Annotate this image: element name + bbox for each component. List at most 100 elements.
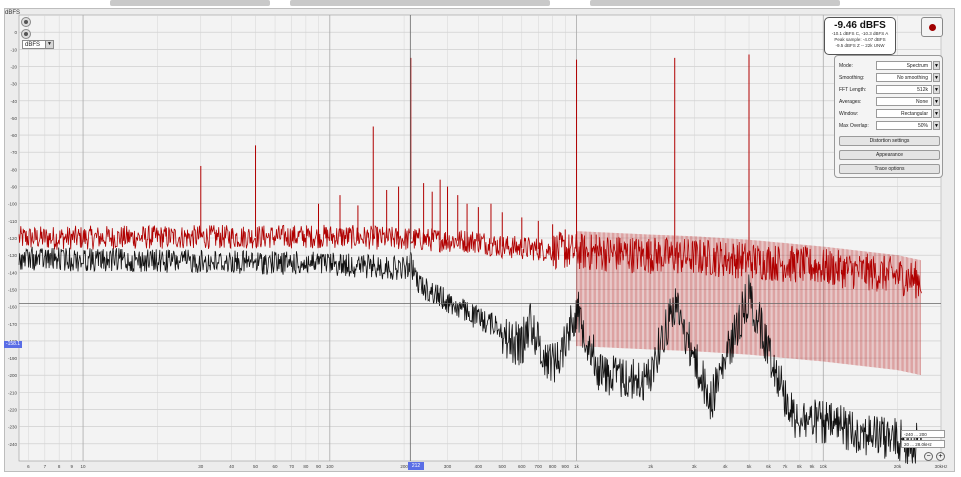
settings-panel: Mode: Spectrum ▼ Smoothing: No smoothing… [834, 55, 943, 178]
x-tick-label: 60 [273, 464, 279, 469]
x-tick-label: 5k [747, 464, 753, 469]
y-tick-label: -40 [10, 99, 17, 104]
distortion-settings-button[interactable]: Distortion settings [839, 136, 940, 146]
spectrum-plot[interactable]: 0 -10 -20 -30 -40 -50 -60 -70 -80 -90 -100 -110 -120… [5, 9, 956, 473]
y-tick-label: -80 [10, 167, 17, 172]
cursor-y-readout: -158.1 [4, 341, 22, 348]
chevron-down-icon[interactable]: ▼ [933, 85, 940, 94]
chevron-down-icon[interactable]: ▼ [933, 73, 940, 82]
y-tick-label: -70 [10, 150, 17, 155]
setting-value[interactable]: 512k [876, 85, 932, 94]
x-tick-label: 30kHz [935, 464, 949, 469]
unit-select-value: dBFS [25, 42, 41, 48]
y-tick-label: -20 [10, 64, 17, 69]
x-tick-label: 6k [766, 464, 772, 469]
x-range-field[interactable]: 20 ... 28.0kHz [901, 440, 945, 448]
chevron-down-icon[interactable]: ▼ [933, 109, 940, 118]
zoom-in-icon[interactable] [21, 17, 31, 27]
y-tick-label: -170 [8, 322, 18, 327]
x-tick-label: 10k [820, 464, 828, 469]
setting-smoothing[interactable]: Smoothing: No smoothing ▼ [839, 73, 940, 83]
x-tick-label: 9k [810, 464, 816, 469]
x-tick-label: 400 [475, 464, 483, 469]
x-tick-label: 9 [71, 464, 74, 469]
setting-window[interactable]: Window: Rectangular ▼ [839, 109, 940, 119]
chevron-down-icon[interactable]: ▼ [933, 121, 940, 130]
y-tick-label: -220 [8, 408, 18, 413]
zoom-out-icon[interactable] [21, 29, 31, 39]
y-tick-label: -90 [10, 185, 17, 190]
setting-value[interactable]: 50% [876, 121, 932, 130]
setting-label: Averages: [839, 99, 862, 105]
x-tick-label: 8k [797, 464, 803, 469]
y-tick-label: -150 [8, 287, 18, 292]
y-tick-label: -100 [8, 202, 18, 207]
zoom-plus-icon[interactable]: + [936, 452, 945, 461]
setting-mode[interactable]: Mode: Spectrum ▼ [839, 61, 940, 71]
setting-fft-length[interactable]: FFT Length: 512k ▼ [839, 85, 940, 95]
y-tick-label: -50 [10, 116, 17, 121]
record-button[interactable] [921, 17, 943, 37]
x-tick-label: 90 [316, 464, 322, 469]
level-main-readout: -9.46 dBFS [834, 20, 886, 31]
x-tick-label: 300 [444, 464, 452, 469]
x-tick-label: 20k [894, 464, 902, 469]
setting-label: Smoothing: [839, 75, 865, 81]
y-range-field[interactable]: -240 ... 200 [901, 430, 945, 438]
y-tick-label: -190 [8, 356, 18, 361]
y-tick-label: -140 [8, 270, 18, 275]
x-tick-label: 500 [499, 464, 507, 469]
chevron-down-icon[interactable]: ▼ [933, 61, 940, 70]
y-tick-label: -210 [8, 390, 18, 395]
y-tick-label: -10 [10, 47, 17, 52]
setting-value[interactable]: No smoothing [876, 73, 932, 82]
y-tick-label: 0 [14, 30, 17, 35]
setting-value[interactable]: Rectangular [876, 109, 932, 118]
appearance-button[interactable]: Appearance [839, 150, 940, 160]
setting-label: Max Overlap: [839, 123, 869, 129]
y-tick-label: -110 [8, 219, 17, 224]
x-tick-label: 8 [58, 464, 61, 469]
x-tick-label: 2k [648, 464, 654, 469]
x-tick-label: 30 [198, 464, 204, 469]
zoom-minus-icon[interactable]: − [924, 452, 933, 461]
x-tick-label: 600 [518, 464, 526, 469]
chevron-down-icon: ▼ [45, 41, 53, 48]
x-tick-label: 900 [561, 464, 569, 469]
setting-value[interactable]: None [876, 97, 932, 106]
setting-averages[interactable]: Averages: None ▼ [839, 97, 940, 107]
x-tick-label: 50 [253, 464, 259, 469]
x-tick-label: 7k [783, 464, 789, 469]
x-tick-label: 100 [326, 464, 334, 469]
setting-label: FFT Length: [839, 87, 867, 93]
x-tick-label: 3k [692, 464, 698, 469]
x-tick-label: 1k [574, 464, 580, 469]
chevron-down-icon[interactable]: ▼ [933, 97, 940, 106]
analyzer-window: 0 -10 -20 -30 -40 -50 -60 -70 -80 -90 -100 -110 -120… [4, 8, 955, 472]
record-icon [929, 24, 936, 31]
x-tick-label: 40 [229, 464, 235, 469]
setting-label: Window: [839, 111, 859, 117]
x-tick-label: 700 [535, 464, 543, 469]
y-tick-label: -160 [8, 305, 18, 310]
x-tick-label: 70 [289, 464, 295, 469]
y-tick-label: -240 [8, 442, 18, 447]
unit-dropdown[interactable]: dBFS ▼ [22, 40, 54, 49]
setting-max-overlap[interactable]: Max Overlap: 50% ▼ [839, 121, 940, 131]
cursor-x-readout: 212 [408, 462, 424, 470]
y-tick-label: -130 [8, 253, 18, 258]
x-tick-label: 6 [27, 464, 30, 469]
level-meter: -9.46 dBFS -10.1 dBFS C, -10.3 dBFS A Pe… [824, 17, 896, 55]
trace-options-button[interactable]: Trace options [839, 164, 940, 174]
x-tick-label: 80 [303, 464, 309, 469]
x-tick-label: 800 [549, 464, 557, 469]
y-tick-label: -60 [10, 133, 17, 138]
y-tick-label: -30 [10, 82, 17, 87]
setting-value[interactable]: Spectrum [876, 61, 932, 70]
y-axis-unit: dBFS [5, 10, 21, 16]
x-tick-label: 10 [81, 464, 87, 469]
level-line-3: -9.5 dBFS Z -- 22k UNW [835, 43, 885, 48]
y-tick-label: -230 [8, 425, 18, 430]
setting-label: Mode: [839, 63, 853, 69]
x-tick-label: 7 [44, 464, 47, 469]
